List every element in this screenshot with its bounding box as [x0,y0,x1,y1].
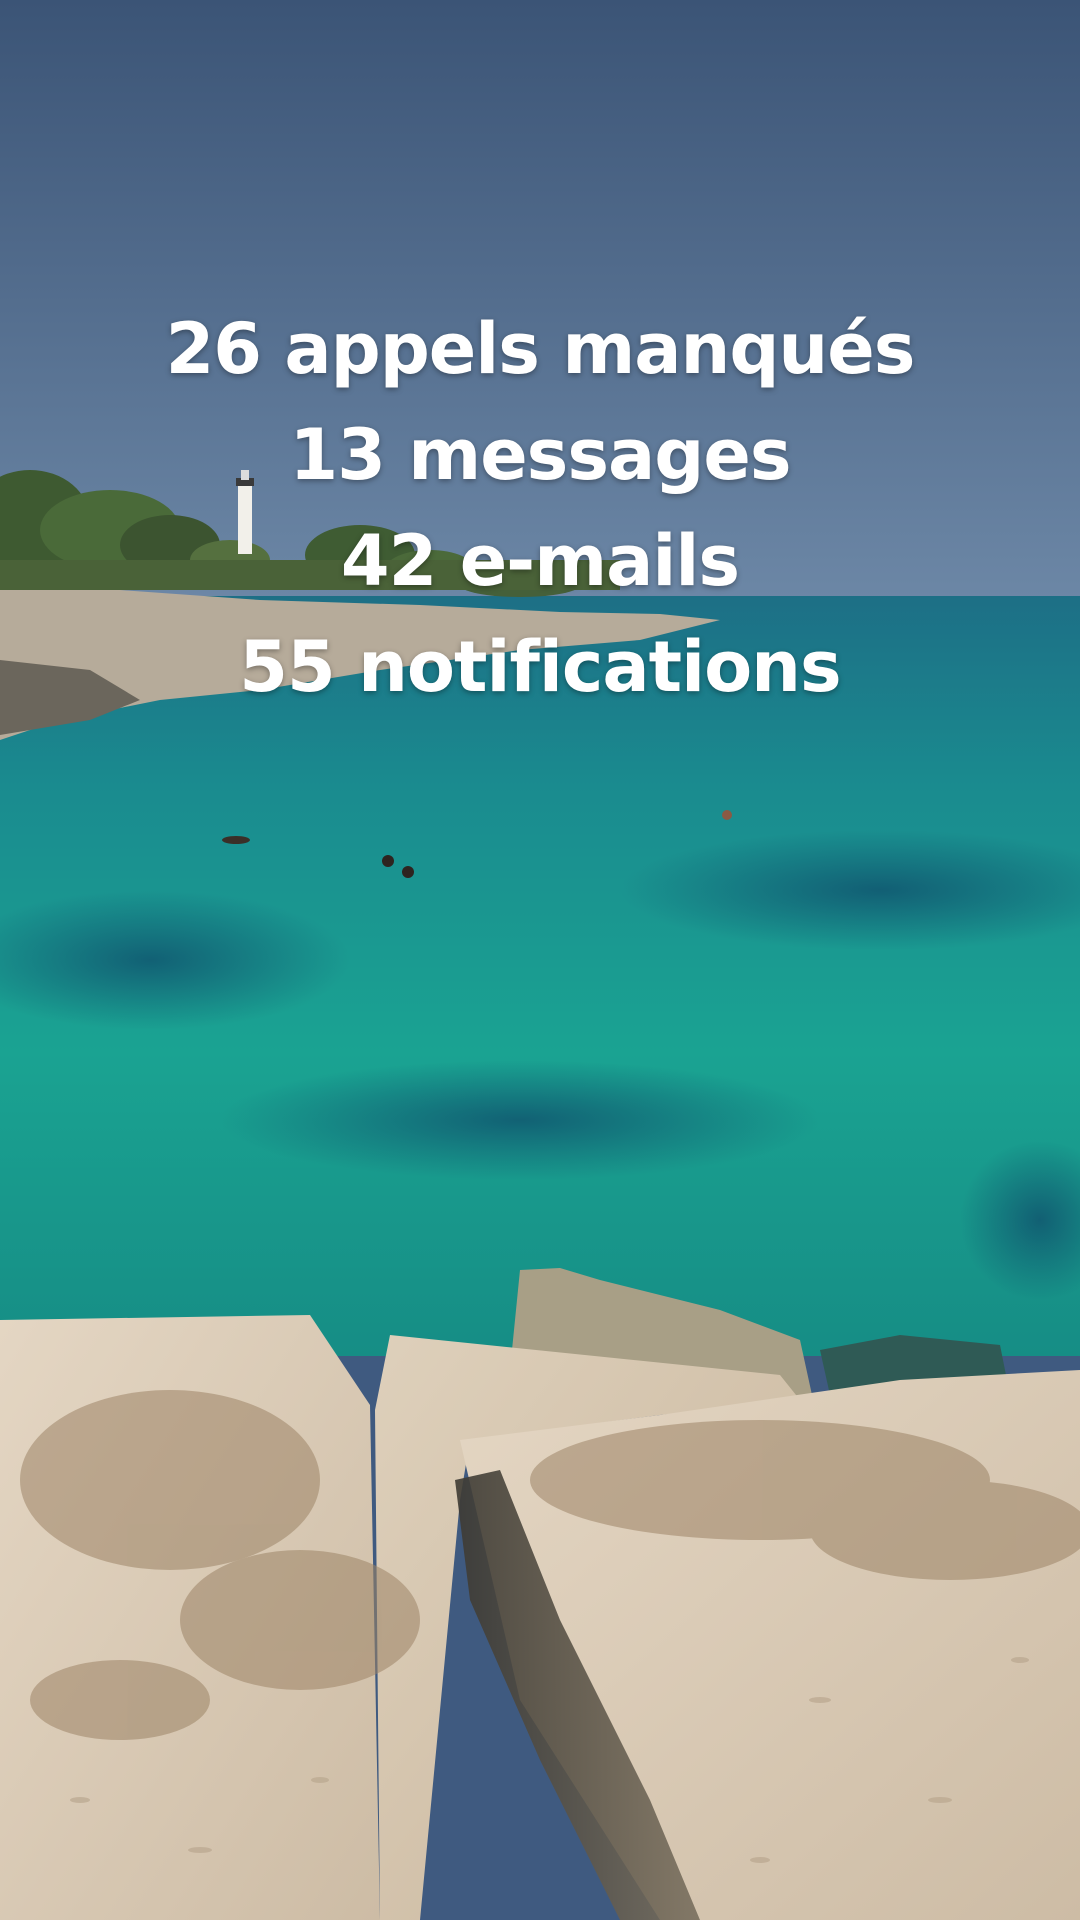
background-photo [0,0,1080,1920]
messages-line: 13 messages [289,414,791,496]
notifications-line: 55 notifications [239,626,841,708]
emails-line: 42 e-mails [340,520,740,602]
sea-dark-patch [220,1060,820,1180]
missed-calls-line: 26 appels manqués [165,308,916,390]
photo-scene: 26 appels manqués 13 messages 42 e-mails… [0,0,1080,1920]
overlay-caption: 26 appels manqués 13 messages 42 e-mails… [0,296,1080,720]
